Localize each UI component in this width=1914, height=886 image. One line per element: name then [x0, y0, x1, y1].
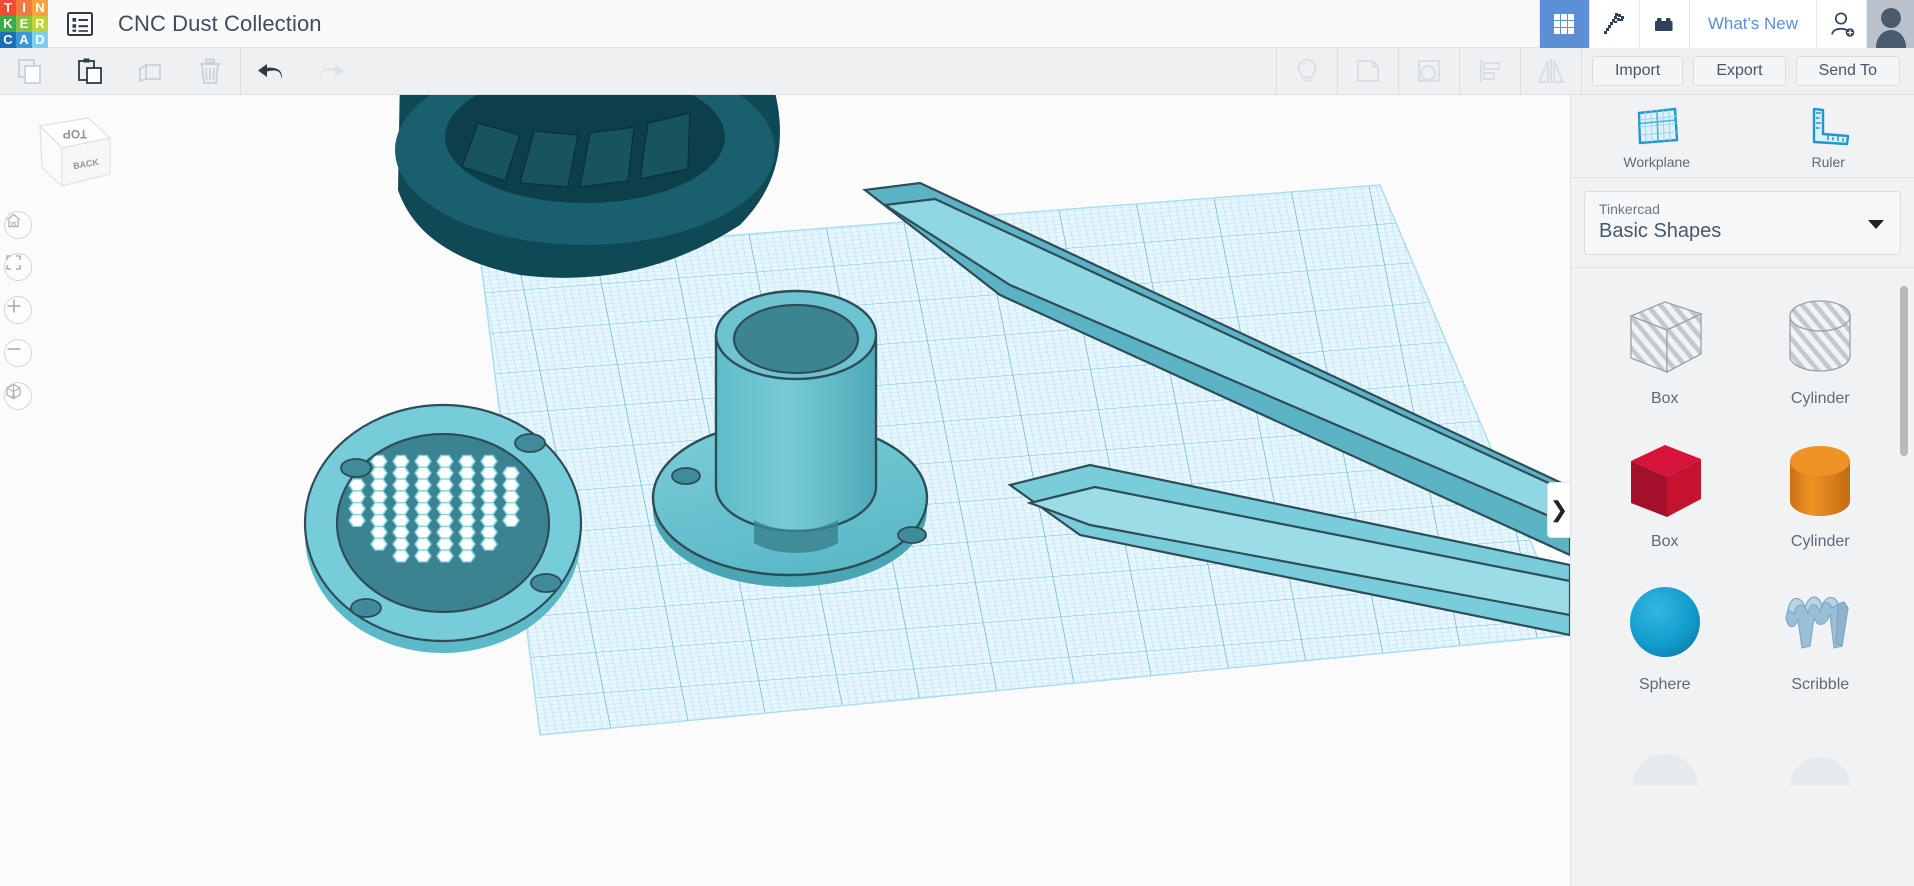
redo-icon[interactable] [301, 48, 361, 95]
panel-tools-row: Workplane Ruler [1571, 95, 1914, 178]
shape-label: Scribble [1791, 676, 1850, 693]
fit-to-view-button[interactable] [4, 253, 32, 281]
logo-cell: C [0, 31, 16, 48]
shape-item-partial[interactable] [1743, 711, 1899, 854]
shape-item-cylinder-hole[interactable]: Cylinder [1743, 282, 1899, 425]
shape-item-box-hole[interactable]: Box [1587, 282, 1743, 425]
zoom-out-button[interactable] [4, 339, 32, 367]
workplane-tool-label: Workplane [1623, 154, 1691, 170]
view-cube-top-label: TOP [63, 127, 87, 141]
paste-icon[interactable] [60, 48, 120, 95]
ruler-tool-label: Ruler [1811, 154, 1845, 170]
shape-item-sphere[interactable]: Sphere [1587, 568, 1743, 711]
shape-item-cylinder-solid[interactable]: Cylinder [1743, 425, 1899, 568]
page-title: CNC Dust Collection [118, 10, 322, 36]
shape-library-select[interactable]: Tinkercad Basic Shapes [1584, 191, 1901, 255]
shape-grid-container[interactable]: Box Cylinder Box Cylinder Sphere Scribbl… [1571, 267, 1914, 886]
3d-scene [0, 95, 1570, 886]
pickaxe-icon[interactable] [1588, 0, 1639, 48]
object-tools: Import Export Send To [1275, 47, 1914, 95]
logo-cell: N [32, 0, 48, 16]
3d-viewport[interactable]: TOP BACK [0, 95, 1570, 886]
edit-toolbar: Import Export Send To [0, 47, 1914, 95]
shape-library-source: Tinkercad [1599, 201, 1660, 217]
whats-new-link[interactable]: What's New [1688, 0, 1816, 48]
box-solid-icon [1617, 429, 1713, 529]
add-user-icon[interactable] [1816, 0, 1866, 48]
ungroup-icon[interactable] [1399, 48, 1459, 95]
tinkercad-logo[interactable]: T I N K E R C A D [0, 0, 48, 48]
logo-cell: T [0, 0, 16, 16]
logo-cell: D [32, 31, 48, 48]
scribble-icon [1772, 572, 1868, 672]
shape-partial-icon [1772, 715, 1868, 815]
align-icon[interactable] [1460, 48, 1520, 95]
logo-cell: R [32, 15, 48, 32]
trash-icon[interactable] [180, 48, 240, 95]
shape-item-scribble[interactable]: Scribble [1743, 568, 1899, 711]
clipboard-tools [0, 48, 240, 95]
history-tools [241, 48, 361, 95]
top-bar-right: What's New [1538, 0, 1914, 48]
shape-item-partial[interactable] [1587, 711, 1743, 854]
duplicate-icon[interactable] [120, 48, 180, 95]
logo-cell: I [16, 0, 32, 16]
file-actions: Import Export Send To [1582, 56, 1914, 86]
shape-label: Cylinder [1790, 533, 1850, 550]
lightbulb-icon[interactable] [1277, 48, 1337, 95]
home-view-button[interactable] [4, 211, 32, 239]
lego-brick-icon[interactable] [1638, 0, 1689, 48]
ruler-icon [1813, 107, 1850, 146]
undo-icon[interactable] [241, 48, 301, 95]
group-icon[interactable] [1338, 48, 1398, 95]
box-hole-icon [1617, 286, 1713, 386]
workplane-icon [1637, 107, 1679, 145]
logo-cell: K [0, 15, 16, 32]
workplane-tool[interactable]: Workplane [1571, 104, 1743, 170]
send-to-button[interactable]: Send To [1795, 56, 1900, 86]
collapse-panel-button[interactable]: ❯ [1547, 482, 1570, 538]
logo-cell: E [16, 15, 32, 32]
copy-icon[interactable] [0, 48, 60, 95]
shapes-panel: Workplane Ruler Tinkercad Basic Shapes B… [1570, 95, 1914, 886]
shape-item-box-solid[interactable]: Box [1587, 425, 1743, 568]
panel-scrollbar[interactable] [1900, 286, 1908, 456]
ruler-tool[interactable]: Ruler [1743, 104, 1914, 170]
part-grille-plate [303, 403, 583, 653]
list-icon[interactable] [65, 9, 95, 39]
logo-cell: A [16, 31, 32, 48]
shape-library-name: Basic Shapes [1599, 220, 1722, 242]
view-cube[interactable]: TOP BACK [18, 112, 113, 192]
export-button[interactable]: Export [1693, 56, 1786, 86]
shape-label: Box [1650, 390, 1679, 407]
mirror-icon[interactable] [1521, 48, 1581, 95]
sphere-icon [1617, 572, 1713, 672]
grid-apps-icon[interactable] [1538, 0, 1589, 48]
ortho-perspective-button[interactable] [4, 382, 32, 410]
zoom-in-button[interactable] [4, 296, 32, 324]
top-bar: T I N K E R C A D CNC Dust Collection Wh… [0, 0, 1914, 48]
import-button[interactable]: Import [1591, 56, 1684, 86]
avatar[interactable] [1866, 0, 1914, 48]
shape-partial-icon [1617, 715, 1713, 815]
cylinder-solid-icon [1772, 429, 1868, 529]
shape-label: Sphere [1638, 676, 1691, 693]
shape-label: Box [1650, 533, 1679, 550]
shape-label: Cylinder [1790, 390, 1850, 407]
shape-grid: Box Cylinder Box Cylinder Sphere Scribbl… [1571, 268, 1914, 854]
cylinder-hole-icon [1772, 286, 1868, 386]
chevron-down-icon [1868, 220, 1884, 229]
